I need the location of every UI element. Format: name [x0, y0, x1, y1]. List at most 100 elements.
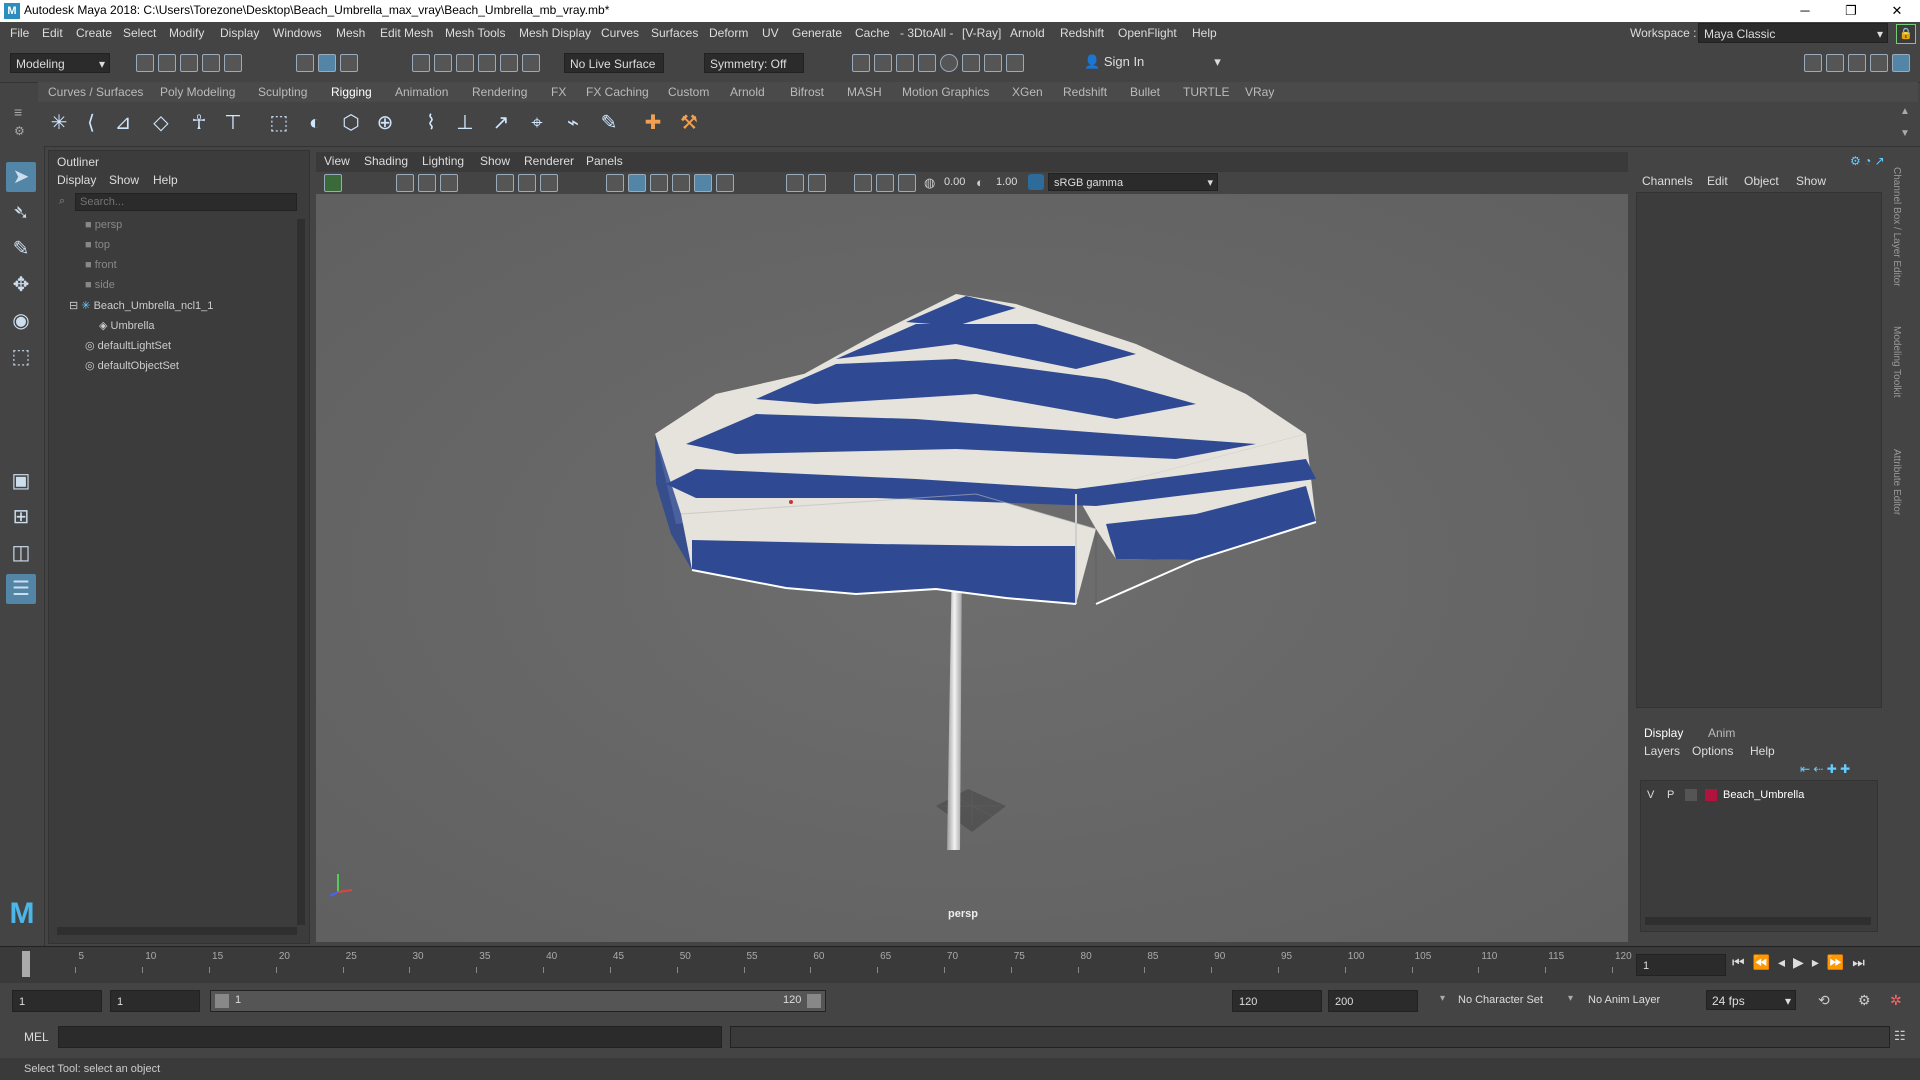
outliner-item-top[interactable]: ■ top: [85, 239, 110, 251]
shelf-settings-icon[interactable]: ⚙: [14, 124, 25, 138]
rotate-tool-icon[interactable]: ◉: [6, 306, 36, 336]
scale-tool-icon[interactable]: ⬚: [6, 342, 36, 372]
viewport-menu-lighting[interactable]: Lighting: [422, 154, 464, 168]
cluster-icon[interactable]: ⊕: [372, 110, 398, 136]
camera-attributes-icon[interactable]: [396, 174, 414, 192]
color-management-icon[interactable]: [1028, 174, 1044, 190]
side-tab-channel-box[interactable]: Channel Box / Layer Editor: [1886, 162, 1902, 292]
playback-start-field[interactable]: 1: [110, 990, 200, 1012]
menu-mesh-tools[interactable]: Mesh Tools: [445, 26, 505, 40]
lattice-icon[interactable]: ⬡: [338, 110, 364, 136]
orient-constraint-icon[interactable]: ⌖: [524, 110, 550, 136]
shelf-tab-redshift[interactable]: Redshift: [1063, 85, 1107, 99]
shelf-tab-rigging[interactable]: Rigging: [331, 85, 372, 99]
create-joints-icon[interactable]: ✳: [46, 110, 72, 136]
wireframe-icon[interactable]: [606, 174, 624, 192]
current-time-marker[interactable]: [22, 951, 30, 977]
shelf-tab-poly-modeling[interactable]: Poly Modeling: [160, 85, 235, 99]
mel-command-input[interactable]: [58, 1026, 722, 1048]
parent-constraint-icon[interactable]: ⌁: [560, 110, 586, 136]
menu-display[interactable]: Display: [220, 26, 259, 40]
menu-modify[interactable]: Modify: [169, 26, 204, 40]
bind-skin-icon[interactable]: ⬚: [266, 110, 292, 136]
side-tab-modeling-toolkit[interactable]: Modeling Toolkit: [1886, 312, 1902, 412]
save-scene-icon[interactable]: [180, 54, 198, 72]
menu-create[interactable]: Create: [76, 26, 112, 40]
shelf-tab-fx[interactable]: FX: [551, 85, 566, 99]
layer-action-icons[interactable]: ⇤ ⇠ ✚ ✚: [1800, 762, 1850, 776]
menu-windows[interactable]: Windows: [273, 26, 322, 40]
loop-icon[interactable]: ⟲: [1818, 992, 1830, 1009]
viewport-menu-renderer[interactable]: Renderer: [524, 154, 574, 168]
shelf-tab-arnold[interactable]: Arnold: [730, 85, 765, 99]
film-gate-icon[interactable]: [518, 174, 536, 192]
shelf-scroll-up-icon[interactable]: ▲: [1900, 106, 1910, 117]
playback-end-field[interactable]: 120: [1232, 990, 1322, 1012]
shelf-tab-turtle[interactable]: TURTLE: [1183, 85, 1229, 99]
select-camera-icon[interactable]: [324, 174, 342, 192]
channel-menu-edit[interactable]: Edit: [1707, 174, 1728, 188]
vray-ipr-icon[interactable]: [984, 54, 1002, 72]
3d-scene[interactable]: persp: [316, 194, 1628, 942]
minimize-button[interactable]: ─: [1782, 0, 1828, 22]
shelf-tab-animation[interactable]: Animation: [395, 85, 448, 99]
shelf-menu-icon[interactable]: ≡: [14, 104, 22, 120]
snap-point-icon[interactable]: [456, 54, 474, 72]
open-scene-icon[interactable]: [158, 54, 176, 72]
outliner-item-side[interactable]: ■ side: [85, 279, 115, 291]
channel-menu-object[interactable]: Object: [1744, 174, 1779, 188]
menu-uv[interactable]: UV: [762, 26, 779, 40]
render-current-icon[interactable]: [874, 54, 892, 72]
shelf-tab-fx-caching[interactable]: FX Caching: [586, 85, 649, 99]
select-by-component-icon[interactable]: [340, 54, 358, 72]
select-by-hierarchy-icon[interactable]: [296, 54, 314, 72]
viewport-menu-view[interactable]: View: [324, 154, 350, 168]
anti-aliasing-icon[interactable]: [898, 174, 916, 192]
shelf-tab-custom[interactable]: Custom: [668, 85, 709, 99]
menu-file[interactable]: File: [10, 26, 29, 40]
textured-icon[interactable]: [672, 174, 690, 192]
channel-menu-show[interactable]: Show: [1796, 174, 1826, 188]
layer-tab-anim[interactable]: Anim: [1708, 726, 1735, 740]
channel-box-toggle-icons[interactable]: ⚙ ◔ ↗: [1850, 154, 1885, 168]
humanik-icon[interactable]: ⊤: [220, 110, 246, 136]
persp-outliner-layout-icon[interactable]: ◫: [6, 538, 36, 568]
undo-icon[interactable]: [202, 54, 220, 72]
snap-live-icon[interactable]: [500, 54, 518, 72]
move-tool-icon[interactable]: ✥: [6, 270, 36, 300]
ambient-occlusion-icon[interactable]: [854, 174, 872, 192]
menu-help[interactable]: Help: [1192, 26, 1217, 40]
layer-playback-toggle[interactable]: P: [1667, 789, 1674, 801]
viewport-menu-panels[interactable]: Panels: [586, 154, 623, 168]
four-view-layout-icon[interactable]: ⊞: [6, 502, 36, 532]
exposure-value[interactable]: 0.00: [944, 176, 965, 188]
auto-key-icon[interactable]: ⚙: [1858, 992, 1871, 1009]
set-driven-key-icon[interactable]: ⚒: [676, 110, 702, 136]
pole-vector-icon[interactable]: ✎: [596, 110, 622, 136]
gamma-value[interactable]: 1.00: [996, 176, 1017, 188]
resolution-gate-icon[interactable]: [540, 174, 558, 192]
menu-openflight[interactable]: OpenFlight: [1118, 26, 1177, 40]
shelf-tab-vray[interactable]: VRay: [1245, 85, 1274, 99]
menu-select[interactable]: Select: [123, 26, 156, 40]
animation-start-field[interactable]: 1: [12, 990, 102, 1012]
layer-color-swatch[interactable]: [1705, 789, 1717, 801]
render-settings-icon[interactable]: [852, 54, 870, 72]
menu-deform[interactable]: Deform: [709, 26, 748, 40]
sign-in-button[interactable]: 👤 Sign In ▾: [1084, 54, 1221, 70]
smooth-bind-icon[interactable]: ◐: [302, 110, 328, 136]
range-slider-end-handle[interactable]: [807, 994, 821, 1008]
render-view-icon[interactable]: [918, 54, 936, 72]
animation-prefs-icon[interactable]: ✲: [1890, 992, 1902, 1009]
new-scene-icon[interactable]: [136, 54, 154, 72]
select-by-object-icon[interactable]: [318, 54, 336, 72]
select-tool-icon[interactable]: ➤: [6, 162, 36, 192]
outliner-search-input[interactable]: [75, 193, 297, 211]
snap-surface-icon[interactable]: [522, 54, 540, 72]
isolate-select-icon[interactable]: [786, 174, 804, 192]
channel-box-icon[interactable]: [1892, 54, 1910, 72]
close-button[interactable]: ✕: [1874, 0, 1920, 22]
fps-dropdown[interactable]: 24 fps ▾: [1706, 990, 1796, 1010]
menu-vray[interactable]: [V-Ray]: [962, 26, 1001, 40]
mel-label[interactable]: MEL: [24, 1030, 49, 1044]
